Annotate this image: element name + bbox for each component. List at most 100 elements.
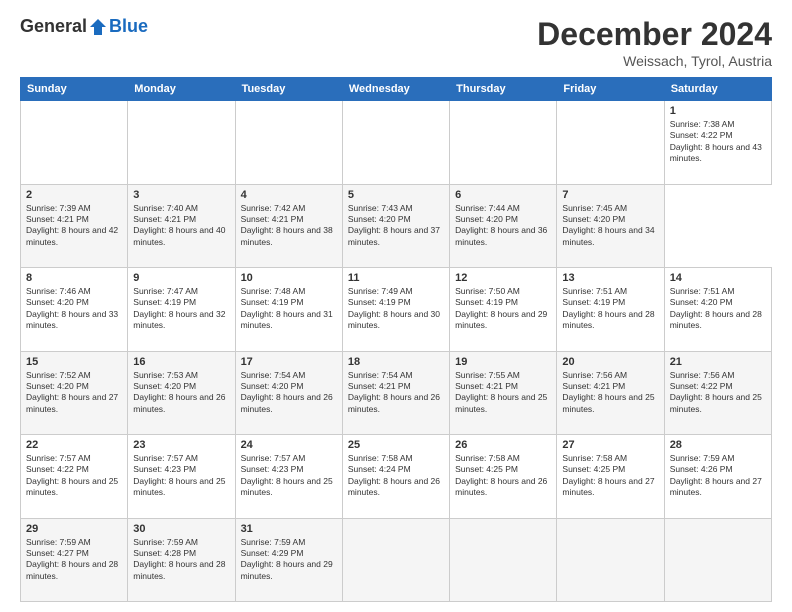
day-cell: 29Sunrise: 7:59 AM Sunset: 4:27 PM Dayli… <box>21 518 128 602</box>
day-cell: 7Sunrise: 7:45 AM Sunset: 4:20 PM Daylig… <box>557 184 664 268</box>
day-cell: 26Sunrise: 7:58 AM Sunset: 4:25 PM Dayli… <box>450 435 557 519</box>
day-number: 17 <box>241 356 337 368</box>
day-detail: Sunrise: 7:51 AM Sunset: 4:20 PM Dayligh… <box>670 286 766 332</box>
calendar-week-row: 1 Sunrise: 7:38 AM Sunset: 4:22 PM Daylig… <box>21 101 772 185</box>
day-cell: 1 Sunrise: 7:38 AM Sunset: 4:22 PM Daylig… <box>664 101 771 185</box>
calendar: SundayMondayTuesdayWednesdayThursdayFrid… <box>20 77 772 602</box>
day-number: 25 <box>348 439 444 451</box>
day-number: 15 <box>26 356 122 368</box>
day-number: 18 <box>348 356 444 368</box>
subtitle: Weissach, Tyrol, Austria <box>537 53 772 69</box>
empty-cell <box>235 101 342 185</box>
day-cell: 23 Sunrise: 7:57 AM Sunset: 4:23 PM Dayli… <box>128 435 235 519</box>
day-cell: 27 Sunrise: 7:58 AM Sunset: 4:25 PM Dayli… <box>557 435 664 519</box>
day-cell: 9 Sunrise: 7:47 AM Sunset: 4:19 PM Daylig… <box>128 268 235 352</box>
day-number: 30 <box>133 523 229 535</box>
day-detail: Sunrise: 7:59 AM Sunset: 4:29 PM Dayligh… <box>241 537 337 583</box>
day-number: 5 <box>348 189 444 201</box>
day-number: 23 <box>133 439 229 451</box>
day-cell: 11 Sunrise: 7:49 AM Sunset: 4:19 PM Dayli… <box>342 268 449 352</box>
day-detail: Sunrise: 7:40 AM Sunset: 4:21 PM Dayligh… <box>133 203 229 249</box>
day-detail: Sunrise: 7:58 AM Sunset: 4:25 PM Dayligh… <box>562 453 658 499</box>
day-number: 16 <box>133 356 229 368</box>
day-detail: Sunrise: 7:42 AM Sunset: 4:21 PM Dayligh… <box>241 203 337 249</box>
day-cell: 12Sunrise: 7:50 AM Sunset: 4:19 PM Dayli… <box>450 268 557 352</box>
day-detail: Sunrise: 7:46 AM Sunset: 4:20 PM Dayligh… <box>26 286 122 332</box>
day-number: 6 <box>455 189 551 201</box>
day-detail: Sunrise: 7:53 AM Sunset: 4:20 PM Dayligh… <box>133 370 229 416</box>
day-detail: Sunrise: 7:56 AM Sunset: 4:22 PM Dayligh… <box>670 370 766 416</box>
calendar-header-thursday: Thursday <box>450 78 557 101</box>
day-number: 11 <box>348 272 444 284</box>
day-cell: 22 Sunrise: 7:57 AM Sunset: 4:22 PM Dayli… <box>21 435 128 519</box>
day-cell: 15 Sunrise: 7:52 AM Sunset: 4:20 PM Dayli… <box>21 351 128 435</box>
day-cell: 20Sunrise: 7:56 AM Sunset: 4:21 PM Dayli… <box>557 351 664 435</box>
day-number: 29 <box>26 523 122 535</box>
calendar-header-saturday: Saturday <box>664 78 771 101</box>
calendar-header-tuesday: Tuesday <box>235 78 342 101</box>
calendar-week-row: 29Sunrise: 7:59 AM Sunset: 4:27 PM Dayli… <box>21 518 772 602</box>
day-detail: Sunrise: 7:59 AM Sunset: 4:28 PM Dayligh… <box>133 537 229 583</box>
empty-cell <box>557 518 664 602</box>
logo-icon <box>88 17 108 37</box>
day-cell: 3 Sunrise: 7:40 AM Sunset: 4:21 PM Daylig… <box>128 184 235 268</box>
day-number: 13 <box>562 272 658 284</box>
empty-cell <box>21 101 128 185</box>
logo: General Blue <box>20 16 148 37</box>
day-cell: 17 Sunrise: 7:54 AM Sunset: 4:20 PM Dayli… <box>235 351 342 435</box>
day-detail: Sunrise: 7:49 AM Sunset: 4:19 PM Dayligh… <box>348 286 444 332</box>
day-number: 24 <box>241 439 337 451</box>
day-number: 14 <box>670 272 766 284</box>
calendar-week-row: 2Sunrise: 7:39 AM Sunset: 4:21 PM Daylig… <box>21 184 772 268</box>
day-detail: Sunrise: 7:57 AM Sunset: 4:22 PM Dayligh… <box>26 453 122 499</box>
empty-cell <box>664 518 771 602</box>
day-number: 4 <box>241 189 337 201</box>
day-number: 31 <box>241 523 337 535</box>
day-cell: 21Sunrise: 7:56 AM Sunset: 4:22 PM Dayli… <box>664 351 771 435</box>
day-number: 3 <box>133 189 229 201</box>
day-cell: 24 Sunrise: 7:57 AM Sunset: 4:23 PM Dayli… <box>235 435 342 519</box>
day-detail: Sunrise: 7:47 AM Sunset: 4:19 PM Dayligh… <box>133 286 229 332</box>
calendar-header-monday: Monday <box>128 78 235 101</box>
logo-text: General Blue <box>20 16 148 37</box>
logo-blue: Blue <box>109 16 148 37</box>
day-cell: 19Sunrise: 7:55 AM Sunset: 4:21 PM Dayli… <box>450 351 557 435</box>
day-detail: Sunrise: 7:45 AM Sunset: 4:20 PM Dayligh… <box>562 203 658 249</box>
calendar-week-row: 8 Sunrise: 7:46 AM Sunset: 4:20 PM Daylig… <box>21 268 772 352</box>
day-cell: 31 Sunrise: 7:59 AM Sunset: 4:29 PM Dayli… <box>235 518 342 602</box>
day-cell: 30 Sunrise: 7:59 AM Sunset: 4:28 PM Dayli… <box>128 518 235 602</box>
day-number: 27 <box>562 439 658 451</box>
day-detail: Sunrise: 7:54 AM Sunset: 4:20 PM Dayligh… <box>241 370 337 416</box>
day-number: 22 <box>26 439 122 451</box>
empty-cell <box>557 101 664 185</box>
day-detail: Sunrise: 7:52 AM Sunset: 4:20 PM Dayligh… <box>26 370 122 416</box>
day-number: 20 <box>562 356 658 368</box>
day-detail: Sunrise: 7:54 AM Sunset: 4:21 PM Dayligh… <box>348 370 444 416</box>
day-detail: Sunrise: 7:58 AM Sunset: 4:25 PM Dayligh… <box>455 453 551 499</box>
calendar-header-wednesday: Wednesday <box>342 78 449 101</box>
day-detail: Sunrise: 7:55 AM Sunset: 4:21 PM Dayligh… <box>455 370 551 416</box>
day-detail: Sunrise: 7:57 AM Sunset: 4:23 PM Dayligh… <box>133 453 229 499</box>
day-cell: 4 Sunrise: 7:42 AM Sunset: 4:21 PM Daylig… <box>235 184 342 268</box>
calendar-week-row: 15 Sunrise: 7:52 AM Sunset: 4:20 PM Dayli… <box>21 351 772 435</box>
day-cell: 10 Sunrise: 7:48 AM Sunset: 4:19 PM Dayli… <box>235 268 342 352</box>
day-detail: Sunrise: 7:57 AM Sunset: 4:23 PM Dayligh… <box>241 453 337 499</box>
day-number: 10 <box>241 272 337 284</box>
empty-cell <box>342 518 449 602</box>
calendar-header-row: SundayMondayTuesdayWednesdayThursdayFrid… <box>21 78 772 101</box>
day-number: 8 <box>26 272 122 284</box>
day-detail: Sunrise: 7:44 AM Sunset: 4:20 PM Dayligh… <box>455 203 551 249</box>
day-cell: 18 Sunrise: 7:54 AM Sunset: 4:21 PM Dayli… <box>342 351 449 435</box>
title-block: December 2024 Weissach, Tyrol, Austria <box>537 16 772 69</box>
day-cell: 2Sunrise: 7:39 AM Sunset: 4:21 PM Daylig… <box>21 184 128 268</box>
day-number: 9 <box>133 272 229 284</box>
empty-cell <box>128 101 235 185</box>
day-number: 1 <box>670 105 766 117</box>
day-cell: 14 Sunrise: 7:51 AM Sunset: 4:20 PM Dayli… <box>664 268 771 352</box>
empty-cell <box>450 101 557 185</box>
day-detail: Sunrise: 7:48 AM Sunset: 4:19 PM Dayligh… <box>241 286 337 332</box>
day-number: 2 <box>26 189 122 201</box>
day-cell: 5Sunrise: 7:43 AM Sunset: 4:20 PM Daylig… <box>342 184 449 268</box>
day-detail: Sunrise: 7:50 AM Sunset: 4:19 PM Dayligh… <box>455 286 551 332</box>
day-detail: Sunrise: 7:38 AM Sunset: 4:22 PM Dayligh… <box>670 119 766 165</box>
